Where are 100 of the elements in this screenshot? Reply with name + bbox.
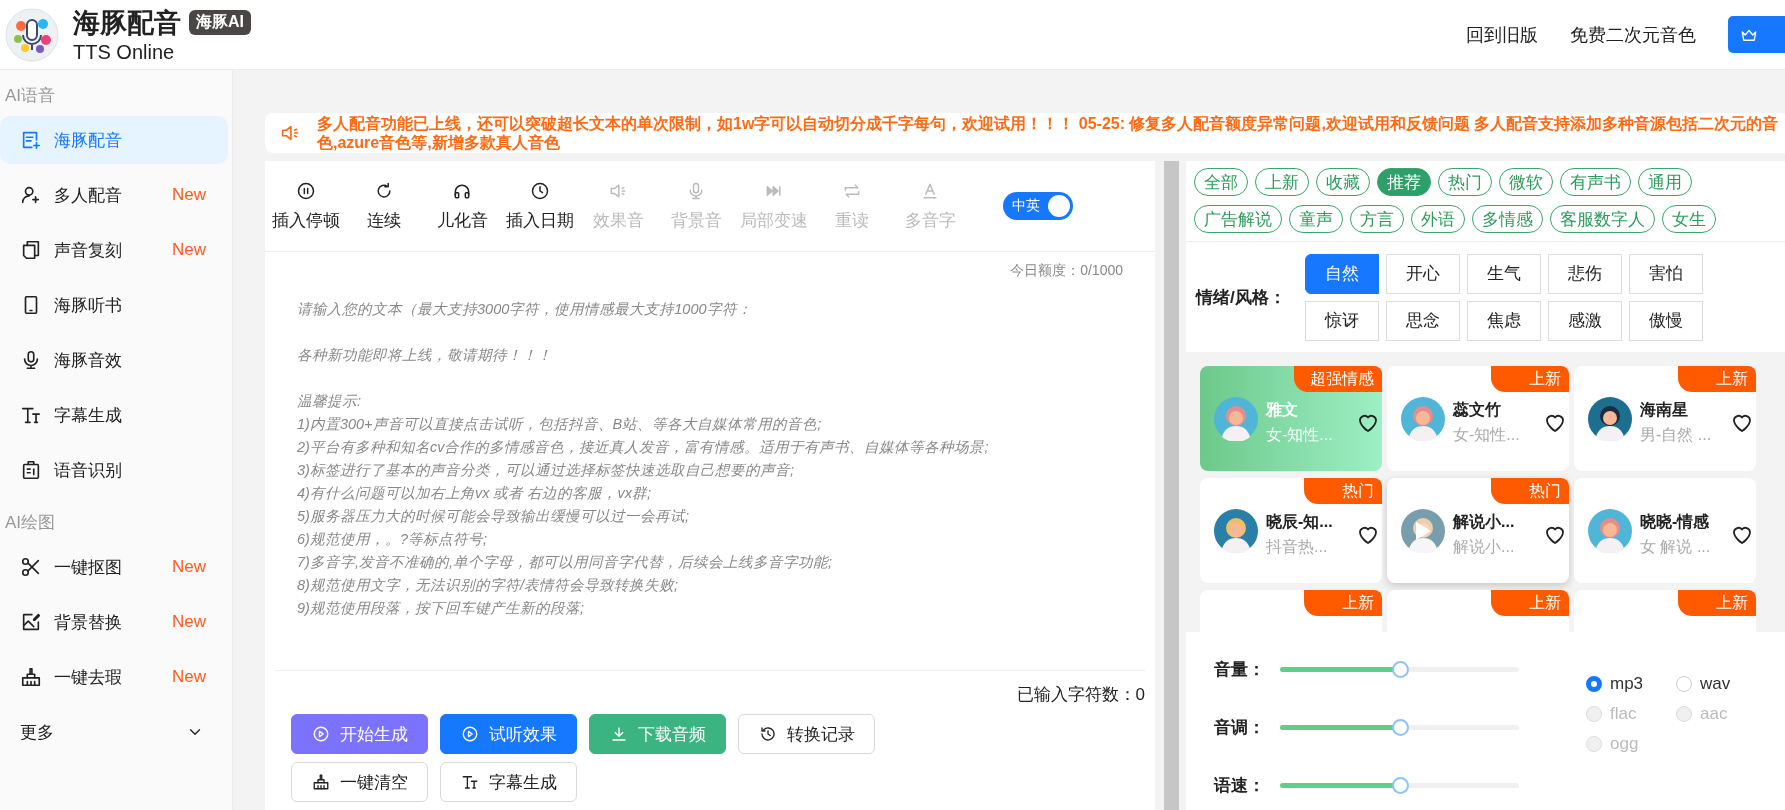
placeholder-text: 各种新功能即将上线，敬请期待！！！	[297, 346, 552, 365]
emotion-option[interactable]: 悲伤	[1548, 253, 1622, 294]
voice-card[interactable]: 上新 海南星 男-自然 ...	[1574, 366, 1756, 471]
slider-label: 音调：	[1214, 716, 1266, 739]
action-button[interactable]: 转换记录	[738, 714, 875, 754]
voice-tag[interactable]: 全部	[1194, 168, 1248, 196]
brush-icon	[311, 773, 330, 791]
voice-name: 海南星	[1640, 399, 1688, 420]
voice-description: 女 解说 ...	[1640, 536, 1711, 557]
sidebar-item[interactable]: 海豚听书	[0, 281, 228, 329]
new-label: New	[172, 667, 206, 687]
voice-tag[interactable]: 热门	[1438, 168, 1492, 196]
sidebar-item[interactable]: 声音复刻 New	[0, 226, 228, 274]
emotion-option[interactable]: 思念	[1386, 300, 1460, 341]
emotion-option[interactable]: 焦虑	[1467, 300, 1541, 341]
placeholder-text: 8)规范使用文字，无法识别的字符/表情符会导致转换失败;	[297, 576, 678, 595]
quota-text: 今日额度：0/1000	[1010, 262, 1123, 280]
slider-thumb[interactable]	[1391, 718, 1409, 736]
placeholder-text: 请输入您的文本（最大支持3000字符，使用情感最大支持1000字符：	[297, 300, 752, 319]
section-label: AI绘图	[4, 512, 57, 534]
voice-tag[interactable]: 通用	[1638, 168, 1692, 196]
placeholder-text: 温馨提示:	[297, 392, 362, 411]
sidebar-item[interactable]: 多人配音 New	[0, 171, 228, 219]
voice-description: 解说小...	[1453, 536, 1515, 557]
voice-name: 解说小...	[1453, 511, 1515, 532]
frame-plus-icon	[20, 129, 42, 151]
toolbar-button[interactable]: 连续	[345, 180, 423, 232]
emotion-option[interactable]: 自然	[1305, 253, 1379, 294]
voice-tag[interactable]: 方言	[1350, 205, 1404, 233]
voice-card[interactable]: 晓晓-情感 女 解说 ...	[1574, 478, 1756, 583]
sidebar-item[interactable]: 语音识别	[0, 446, 228, 494]
brush-icon	[20, 666, 42, 688]
sidebar-item[interactable]: 海豚音效	[0, 336, 228, 384]
play-circle-icon	[311, 725, 330, 743]
toolbar-button[interactable]: 插入日期	[501, 180, 579, 232]
notice-text: 多人配音功能已上线，还可以突破超长文本的单次限制，如1w字可以自动切分成千字每句，欢迎试用！！！ 05-25: 修复多人配音额度异常问题,欢迎试用和反馈问题 多人配音支持添加多种音源包括二次元的音色,azure音色等,新增多款真人音色	[317, 114, 1780, 152]
avatar	[1588, 508, 1632, 553]
voice-badge: 上新	[1304, 590, 1382, 616]
emotion-option[interactable]: 害怕	[1629, 253, 1703, 294]
voice-tag[interactable]: 微软	[1499, 168, 1553, 196]
action-button[interactable]: 一键清空	[291, 762, 428, 802]
user-plus-icon	[20, 184, 42, 206]
action-button[interactable]: 试听效果	[440, 714, 577, 754]
voice-card[interactable]: 热门 解说小... 解说小...	[1387, 478, 1569, 583]
language-toggle[interactable]: 中英	[1003, 192, 1073, 220]
new-label: New	[172, 240, 206, 260]
action-button[interactable]: 开始生成	[291, 714, 428, 754]
microphone-icon	[686, 180, 706, 201]
crown-button[interactable]	[1728, 16, 1785, 53]
emotion-option[interactable]: 开心	[1386, 253, 1460, 294]
voice-badge: 超强情感	[1294, 366, 1382, 392]
voice-tag[interactable]: 童声	[1289, 205, 1343, 233]
clipboard-icon	[20, 459, 42, 481]
play-circle-icon	[460, 725, 479, 743]
voice-tag[interactable]: 多情感	[1472, 205, 1543, 233]
placeholder-text: 1)内置300+声音可以直接点击试听，包括抖音、B站、等各大自媒体常用的音色;	[297, 415, 822, 434]
copy-icon	[20, 239, 42, 261]
placeholder-text: 2)平台有多种和知名cv合作的多情感音色，接近真人发音，富有情感。适用于有声书、自媒体等各种场景;	[297, 438, 989, 457]
emotion-option[interactable]: 感激	[1548, 300, 1622, 341]
avatar	[1401, 396, 1445, 441]
more-menu[interactable]: 更多	[0, 708, 232, 756]
slider-thumb[interactable]	[1391, 776, 1409, 794]
placeholder-text: 9)规范使用段落，按下回车键产生新的段落;	[297, 599, 584, 618]
toolbar-button[interactable]: 儿化音	[423, 180, 501, 232]
format-radio[interactable]: mp3	[1586, 674, 1676, 694]
header-link[interactable]: 回到旧版	[1466, 22, 1538, 47]
voice-tag[interactable]: 收藏	[1316, 168, 1370, 196]
play-icon[interactable]	[1414, 520, 1432, 541]
voice-tag[interactable]: 女生	[1662, 205, 1716, 233]
image-edit-icon	[20, 611, 42, 633]
logo	[5, 7, 59, 62]
voice-card[interactable]: 热门 晓辰-知... 抖音热...	[1200, 478, 1382, 583]
sidebar-item[interactable]: 一键抠图 New	[0, 543, 228, 591]
voice-card[interactable]: 上新 蕊文竹 女-知性...	[1387, 366, 1569, 471]
slider-thumb[interactable]	[1391, 660, 1409, 678]
voice-tag[interactable]: 有声书	[1560, 168, 1631, 196]
app-badge: 海豚AI	[189, 10, 251, 35]
action-button[interactable]: 字幕生成	[440, 762, 577, 802]
header-link[interactable]: 免费二次元音色	[1570, 22, 1696, 47]
placeholder-text: 7)多音字,发音不准确的,单个字母，都可以用同音字代替，后续会上线多音字功能;	[297, 553, 832, 572]
voice-tag[interactable]: 外语	[1411, 205, 1465, 233]
emotion-option[interactable]: 生气	[1467, 253, 1541, 294]
sidebar-item[interactable]: 背景替换 New	[0, 598, 228, 646]
placeholder-text: 4)有什么问题可以加右上角vx 或者 右边的客服，vx群;	[297, 484, 651, 503]
emotion-option[interactable]: 傲慢	[1629, 300, 1703, 341]
new-label: New	[172, 612, 206, 632]
voice-tag[interactable]: 广告解说	[1194, 205, 1282, 233]
voice-tag[interactable]: 客服数字人	[1550, 205, 1655, 233]
voice-badge: 热门	[1491, 478, 1569, 504]
sidebar-item[interactable]: 字幕生成	[0, 391, 228, 439]
sidebar-item[interactable]: 海豚配音	[0, 116, 228, 164]
emotion-option[interactable]: 惊讶	[1305, 300, 1379, 341]
char-count: 已输入字符数：0	[1016, 684, 1145, 706]
voice-tag[interactable]: 上新	[1255, 168, 1309, 196]
avatar	[1588, 396, 1632, 441]
sidebar-item[interactable]: 一键去瑕 New	[0, 653, 228, 701]
format-radio[interactable]: wav	[1676, 674, 1766, 694]
download-icon	[609, 725, 628, 743]
toolbar-button[interactable]: 插入停顿	[267, 180, 345, 232]
voice-description: 女-知性...	[1453, 424, 1520, 445]
